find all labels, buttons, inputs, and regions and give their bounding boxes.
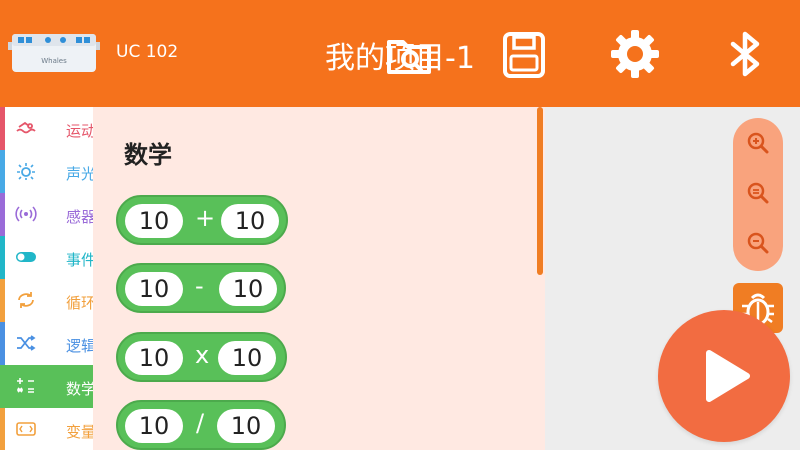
zoom-controls	[733, 118, 783, 271]
category-label: 逻辑	[66, 337, 93, 355]
math-icon	[15, 377, 37, 395]
right-operand-input[interactable]: 10	[221, 204, 279, 238]
category-stripe	[0, 107, 5, 150]
flyout-title: 数学	[124, 141, 172, 169]
category-stripe	[0, 193, 5, 236]
signal-icon	[15, 205, 37, 223]
category-label: 事件	[66, 251, 93, 269]
loop-icon	[15, 291, 37, 309]
right-operand-input[interactable]: 10	[218, 341, 276, 375]
left-operand-input[interactable]: 10	[125, 409, 183, 443]
category-label: 感器	[66, 208, 93, 226]
category-label: 变量	[66, 423, 93, 441]
left-operand-input[interactable]: 10	[125, 341, 183, 375]
right-operand-input[interactable]: 10	[217, 409, 275, 443]
toggle-icon	[15, 248, 37, 266]
category-events[interactable]: 事件	[0, 236, 93, 279]
math-subtract-block[interactable]: 10 - 10	[116, 263, 286, 313]
zoom-in-icon[interactable]	[733, 118, 783, 168]
device-name: UC 102	[116, 42, 179, 62]
category-stripe	[0, 236, 5, 279]
category-label: 声光	[66, 165, 93, 183]
operator-label: /	[196, 409, 205, 437]
category-variable[interactable]: 变量	[0, 408, 93, 450]
operator-label: -	[195, 272, 204, 300]
swimmer-icon	[15, 119, 37, 137]
sun-icon	[15, 162, 37, 180]
category-label: 循环	[66, 294, 93, 312]
math-add-block[interactable]: 10 + 10	[116, 195, 288, 245]
app-root: Whales UC 102 我的项目-1 运动 声光 感器 事件 循环 逻辑 数…	[0, 0, 800, 450]
category-label: 数学	[66, 380, 96, 398]
zoom-reset-icon[interactable]	[733, 168, 783, 218]
category-sidebar: 运动 声光 感器 事件 循环 逻辑 数学 变量	[0, 107, 96, 450]
block-flyout: 数学 10 + 10 10 - 10 10 x 10 10 / 10	[93, 107, 545, 450]
robot-device-icon[interactable]: Whales	[8, 28, 100, 76]
category-stripe	[0, 408, 5, 450]
flyout-scrollbar[interactable]	[537, 107, 543, 275]
category-stripe	[0, 279, 5, 322]
category-loop[interactable]: 循环	[0, 279, 93, 322]
run-play-button[interactable]	[658, 310, 790, 442]
shuffle-icon	[15, 334, 37, 352]
category-math[interactable]: 数学	[0, 365, 96, 408]
folder-search-icon[interactable]	[379, 24, 439, 84]
category-label: 运动	[66, 122, 93, 140]
save-icon[interactable]	[494, 24, 554, 84]
category-motion[interactable]: 运动	[0, 107, 93, 150]
left-operand-input[interactable]: 10	[125, 272, 183, 306]
play-icon	[706, 350, 750, 402]
right-operand-input[interactable]: 10	[219, 272, 277, 306]
category-sensor[interactable]: 感器	[0, 193, 93, 236]
category-stripe	[0, 322, 5, 365]
category-logic[interactable]: 逻辑	[0, 322, 93, 365]
bluetooth-icon[interactable]	[715, 24, 775, 84]
top-bar: Whales UC 102 我的项目-1	[0, 0, 800, 107]
math-divide-block[interactable]: 10 / 10	[116, 400, 286, 450]
robot-brand-label: Whales	[41, 57, 67, 65]
variable-icon	[15, 420, 37, 438]
gear-icon[interactable]	[605, 24, 665, 84]
math-multiply-block[interactable]: 10 x 10	[116, 332, 287, 382]
category-stripe	[0, 150, 5, 193]
operator-label: +	[195, 204, 216, 232]
operator-label: x	[195, 341, 210, 369]
left-operand-input[interactable]: 10	[125, 204, 183, 238]
category-sound-light[interactable]: 声光	[0, 150, 93, 193]
zoom-out-icon[interactable]	[733, 218, 783, 268]
